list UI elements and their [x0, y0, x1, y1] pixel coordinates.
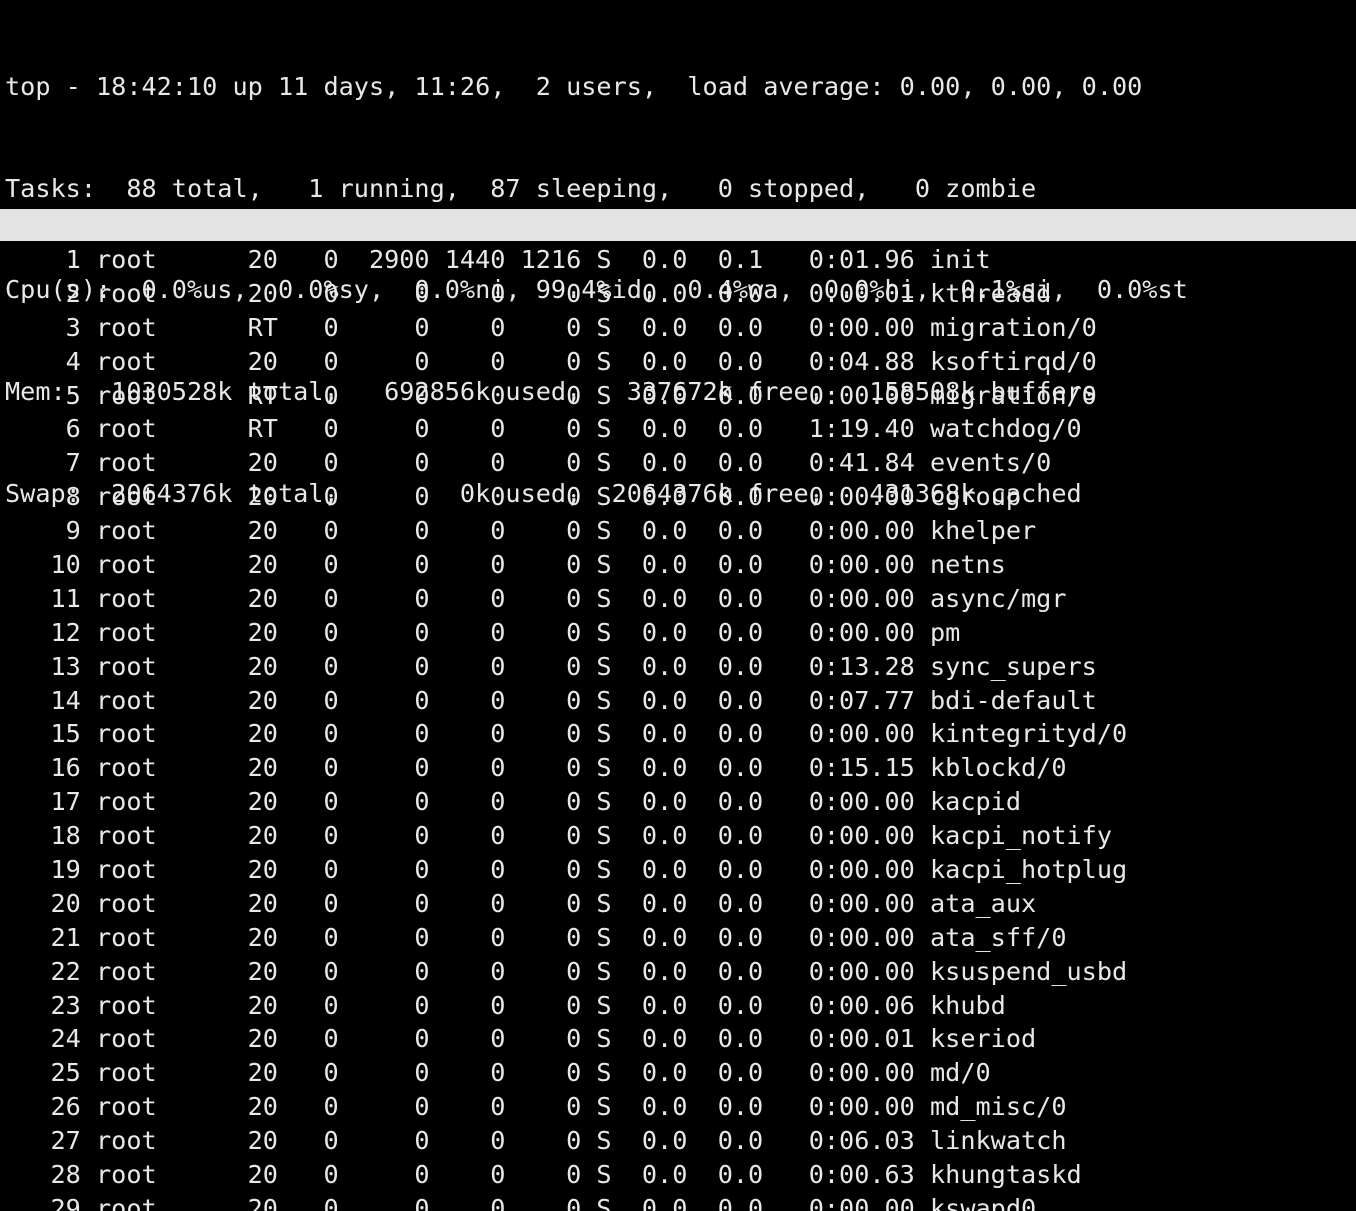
- table-row[interactable]: 29 root 20 0 0 0 0 S 0.0 0.0 0:00.00 ksw…: [5, 1192, 1356, 1211]
- table-row[interactable]: 12 root 20 0 0 0 0 S 0.0 0.0 0:00.00 pm: [5, 616, 1356, 650]
- table-row[interactable]: 23 root 20 0 0 0 0 S 0.0 0.0 0:00.06 khu…: [5, 989, 1356, 1023]
- table-row[interactable]: 11 root 20 0 0 0 0 S 0.0 0.0 0:00.00 asy…: [5, 582, 1356, 616]
- table-row[interactable]: 8 root 20 0 0 0 0 S 0.0 0.0 0:00.00 cgro…: [5, 480, 1356, 514]
- table-row[interactable]: 26 root 20 0 0 0 0 S 0.0 0.0 0:00.00 md_…: [5, 1090, 1356, 1124]
- table-row[interactable]: 28 root 20 0 0 0 0 S 0.0 0.0 0:00.63 khu…: [5, 1158, 1356, 1192]
- table-row[interactable]: 25 root 20 0 0 0 0 S 0.0 0.0 0:00.00 md/…: [5, 1056, 1356, 1090]
- process-table-body[interactable]: 1 root 20 0 2900 1440 1216 S 0.0 0.1 0:0…: [5, 243, 1356, 1211]
- process-table-header-row[interactable]: PID USER PR NI VIRT RES SHR S %CPU %MEM …: [0, 209, 1356, 241]
- table-row[interactable]: 10 root 20 0 0 0 0 S 0.0 0.0 0:00.00 net…: [5, 548, 1356, 582]
- table-row[interactable]: 22 root 20 0 0 0 0 S 0.0 0.0 0:00.00 ksu…: [5, 955, 1356, 989]
- table-row[interactable]: 14 root 20 0 0 0 0 S 0.0 0.0 0:07.77 bdi…: [5, 684, 1356, 718]
- table-row[interactable]: 17 root 20 0 0 0 0 S 0.0 0.0 0:00.00 kac…: [5, 785, 1356, 819]
- table-row[interactable]: 6 root RT 0 0 0 0 S 0.0 0.0 1:19.40 watc…: [5, 412, 1356, 446]
- table-row[interactable]: 15 root 20 0 0 0 0 S 0.0 0.0 0:00.00 kin…: [5, 717, 1356, 751]
- table-row[interactable]: 5 root RT 0 0 0 0 S 0.0 0.0 0:00.00 migr…: [5, 379, 1356, 413]
- table-row[interactable]: 7 root 20 0 0 0 0 S 0.0 0.0 0:41.84 even…: [5, 446, 1356, 480]
- table-row[interactable]: 19 root 20 0 0 0 0 S 0.0 0.0 0:00.00 kac…: [5, 853, 1356, 887]
- table-row[interactable]: 4 root 20 0 0 0 0 S 0.0 0.0 0:04.88 ksof…: [5, 345, 1356, 379]
- table-row[interactable]: 24 root 20 0 0 0 0 S 0.0 0.0 0:00.01 kse…: [5, 1022, 1356, 1056]
- table-row[interactable]: 1 root 20 0 2900 1440 1216 S 0.0 0.1 0:0…: [5, 243, 1356, 277]
- table-row[interactable]: 2 root 20 0 0 0 0 S 0.0 0.0 0:00.01 kthr…: [5, 277, 1356, 311]
- summary-uptime-line: top - 18:42:10 up 11 days, 11:26, 2 user…: [5, 71, 1143, 101]
- table-row[interactable]: 16 root 20 0 0 0 0 S 0.0 0.0 0:15.15 kbl…: [5, 751, 1356, 785]
- table-row[interactable]: 18 root 20 0 0 0 0 S 0.0 0.0 0:00.00 kac…: [5, 819, 1356, 853]
- table-row[interactable]: 13 root 20 0 0 0 0 S 0.0 0.0 0:13.28 syn…: [5, 650, 1356, 684]
- terminal-window[interactable]: top - 18:42:10 up 11 days, 11:26, 2 user…: [0, 0, 1356, 1211]
- summary-tasks-line: Tasks: 88 total, 1 running, 87 sleeping,…: [5, 173, 1037, 203]
- table-row[interactable]: 9 root 20 0 0 0 0 S 0.0 0.0 0:00.00 khel…: [5, 514, 1356, 548]
- command-prompt-line[interactable]: [5, 172, 83, 238]
- table-row[interactable]: 27 root 20 0 0 0 0 S 0.0 0.0 0:06.03 lin…: [5, 1124, 1356, 1158]
- table-row[interactable]: 20 root 20 0 0 0 0 S 0.0 0.0 0:00.00 ata…: [5, 887, 1356, 921]
- table-row[interactable]: 21 root 20 0 0 0 0 S 0.0 0.0 0:00.00 ata…: [5, 921, 1356, 955]
- table-row[interactable]: 3 root RT 0 0 0 0 S 0.0 0.0 0:00.00 migr…: [5, 311, 1356, 345]
